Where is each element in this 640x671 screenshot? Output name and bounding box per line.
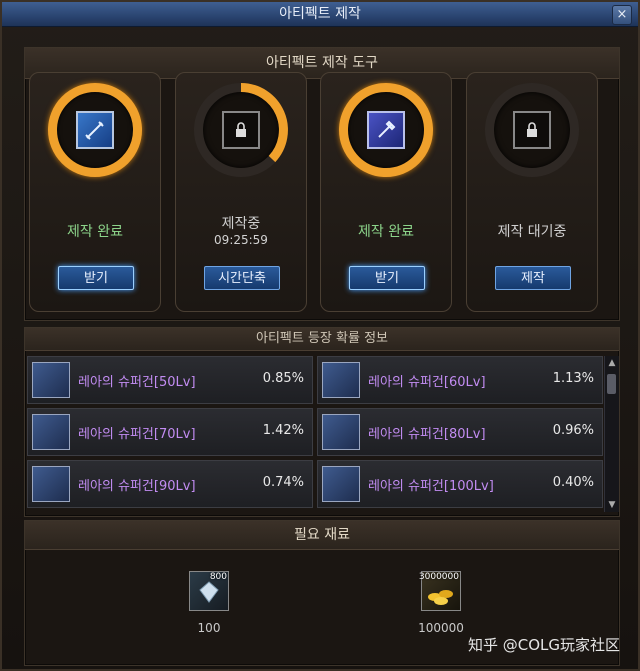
gun-icon xyxy=(322,466,360,502)
lock-icon xyxy=(513,111,551,149)
slot-status: 제작 완료 xyxy=(67,224,123,240)
progress-ring-complete xyxy=(339,83,433,177)
list-item[interactable]: 레아의 슈퍼건[90Lv] 0.74% xyxy=(27,460,313,508)
item-name: 레아의 슈퍼건[70Lv] xyxy=(78,427,196,442)
item-name: 레아의 슈퍼건[60Lv] xyxy=(368,375,486,390)
probability-scrollbar[interactable]: ▲ ▼ xyxy=(604,356,619,512)
material-stack-count: 800 xyxy=(209,572,227,582)
list-item[interactable]: 레아의 슈퍼건[60Lv] 1.13% xyxy=(317,356,603,404)
scroll-down-icon[interactable]: ▼ xyxy=(605,498,619,512)
list-item[interactable]: 레아의 슈퍼건[70Lv] 1.42% xyxy=(27,408,313,456)
slot-status: 제작 대기중 xyxy=(497,224,567,240)
crystal-icon: 800 xyxy=(189,571,229,611)
receive-button[interactable]: 받기 xyxy=(349,266,425,290)
material-item[interactable]: 800 100 xyxy=(179,571,239,635)
materials-header: 필요 재료 xyxy=(25,521,619,550)
item-probability: 0.40% xyxy=(552,475,594,490)
remaining-time: 09:25:59 xyxy=(214,233,268,247)
close-button[interactable]: × xyxy=(612,5,632,25)
material-required-amount: 100 xyxy=(197,621,221,635)
progress-ring-in-progress xyxy=(194,83,288,177)
progress-ring-complete xyxy=(48,83,142,177)
gun-icon xyxy=(32,414,70,450)
gun-icon xyxy=(32,466,70,502)
artifact-craft-window: 아티펙트 제작 × 아티펙트 제작 도구 제작 완료 받기 제작중 09:25:… xyxy=(0,0,640,671)
slot-status: 제작 완료 xyxy=(358,224,414,240)
item-name: 레아의 슈퍼건[50Lv] xyxy=(78,375,196,390)
probability-header: 아티펙트 등장 확률 정보 xyxy=(25,328,619,351)
lock-icon xyxy=(222,111,260,149)
gun-icon xyxy=(322,362,360,398)
list-item[interactable]: 레아의 슈퍼건[50Lv] 0.85% xyxy=(27,356,313,404)
list-item[interactable]: 레아의 슈퍼건[100Lv] 0.40% xyxy=(317,460,603,508)
probability-list[interactable]: 레아의 슈퍼건[50Lv] 0.85% 레아의 슈퍼건[60Lv] 1.13% … xyxy=(27,356,603,512)
probability-panel: 아티펙트 등장 확률 정보 레아의 슈퍼건[50Lv] 0.85% 레아의 슈퍼… xyxy=(24,327,620,517)
craft-slot-2: 제작중 09:25:59 시간단축 xyxy=(175,72,307,312)
gun-icon[interactable] xyxy=(367,111,405,149)
window-title: 아티펙트 제작 xyxy=(279,6,361,22)
item-probability: 1.42% xyxy=(262,423,304,438)
gold-coin-icon: 3000000 xyxy=(418,571,461,611)
item-probability: 0.85% xyxy=(262,371,304,386)
material-item[interactable]: 3000000 100000 xyxy=(411,571,471,635)
receive-button[interactable]: 받기 xyxy=(58,266,134,290)
item-probability: 0.74% xyxy=(262,475,304,490)
item-probability: 0.96% xyxy=(552,423,594,438)
progress-ring-idle xyxy=(485,83,579,177)
craft-slot-1: 제작 완료 받기 xyxy=(29,72,161,312)
material-required-amount: 100000 xyxy=(418,621,464,635)
list-item[interactable]: 레아의 슈퍼건[80Lv] 0.96% xyxy=(317,408,603,456)
watermark: 知乎 @COLG玩家社区 xyxy=(467,636,620,654)
time-reduce-button[interactable]: 시간단축 xyxy=(204,266,280,290)
scroll-thumb[interactable] xyxy=(607,374,616,394)
craft-slot-3: 제작 완료 받기 xyxy=(320,72,452,312)
title-bar: 아티펙트 제작 × xyxy=(2,2,638,27)
slot-status: 제작중 xyxy=(221,216,261,232)
gun-icon xyxy=(32,362,70,398)
scroll-up-icon[interactable]: ▲ xyxy=(605,356,619,370)
item-name: 레아의 슈퍼건[90Lv] xyxy=(78,479,196,494)
craft-slot-4: 제작 대기중 제작 xyxy=(466,72,598,312)
item-name: 레아의 슈퍼건[80Lv] xyxy=(368,427,486,442)
material-stack-count: 3000000 xyxy=(418,572,459,582)
gun-icon xyxy=(322,414,360,450)
item-probability: 1.13% xyxy=(552,371,594,386)
sword-icon[interactable] xyxy=(76,111,114,149)
item-name: 레아의 슈퍼건[100Lv] xyxy=(368,479,494,494)
craft-button[interactable]: 제작 xyxy=(495,266,571,290)
